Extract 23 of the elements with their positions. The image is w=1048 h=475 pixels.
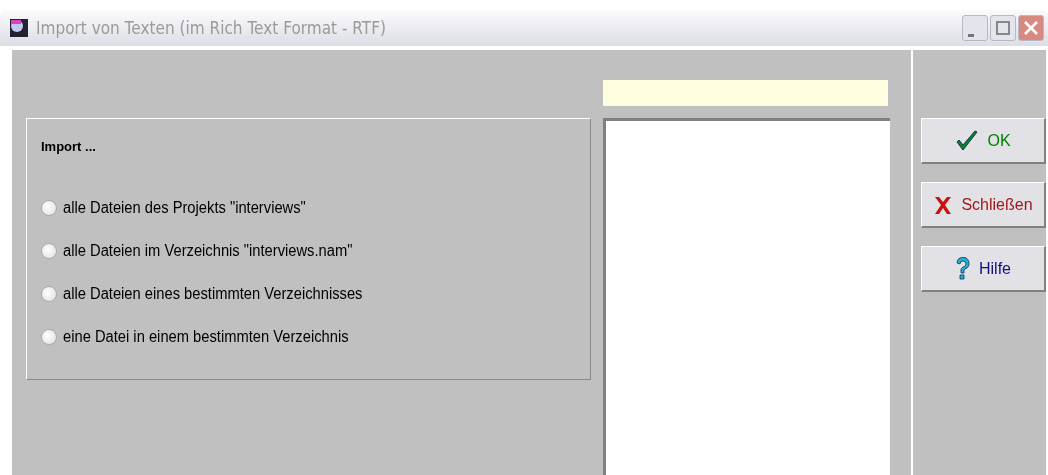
option-label[interactable]: alle Dateien eines bestimmten Verzeichnisses <box>63 284 363 303</box>
minimize-icon <box>968 33 974 37</box>
group-title: Import ... <box>41 139 97 154</box>
radio-button[interactable] <box>41 199 57 216</box>
window-title: Import von Texten (im Rich Text Format - RTF) <box>36 18 387 38</box>
close-icon <box>1023 20 1039 36</box>
file-list[interactable] <box>603 118 891 475</box>
help-button[interactable]: Hilfe <box>921 246 1046 292</box>
option-label[interactable]: alle Dateien des Projekts "interviews" <box>63 198 306 217</box>
radio-button[interactable] <box>41 285 57 302</box>
option-label[interactable]: eine Datei in einem bestimmten Verzeichnis <box>63 327 349 346</box>
ok-button[interactable]: OK <box>921 118 1046 164</box>
help-icon <box>955 256 971 281</box>
close-button[interactable] <box>1018 15 1044 41</box>
radio-button[interactable] <box>41 328 57 345</box>
close-button[interactable]: Schließen <box>921 182 1046 228</box>
app-icon <box>10 19 28 37</box>
maximize-icon <box>996 21 1010 35</box>
minimize-button[interactable] <box>962 15 988 41</box>
maximize-button[interactable] <box>990 15 1016 41</box>
radio-button[interactable] <box>41 242 57 259</box>
option-label[interactable]: alle Dateien im Verzeichnis "interviews.nam" <box>63 241 353 260</box>
checkmark-icon <box>955 129 980 152</box>
